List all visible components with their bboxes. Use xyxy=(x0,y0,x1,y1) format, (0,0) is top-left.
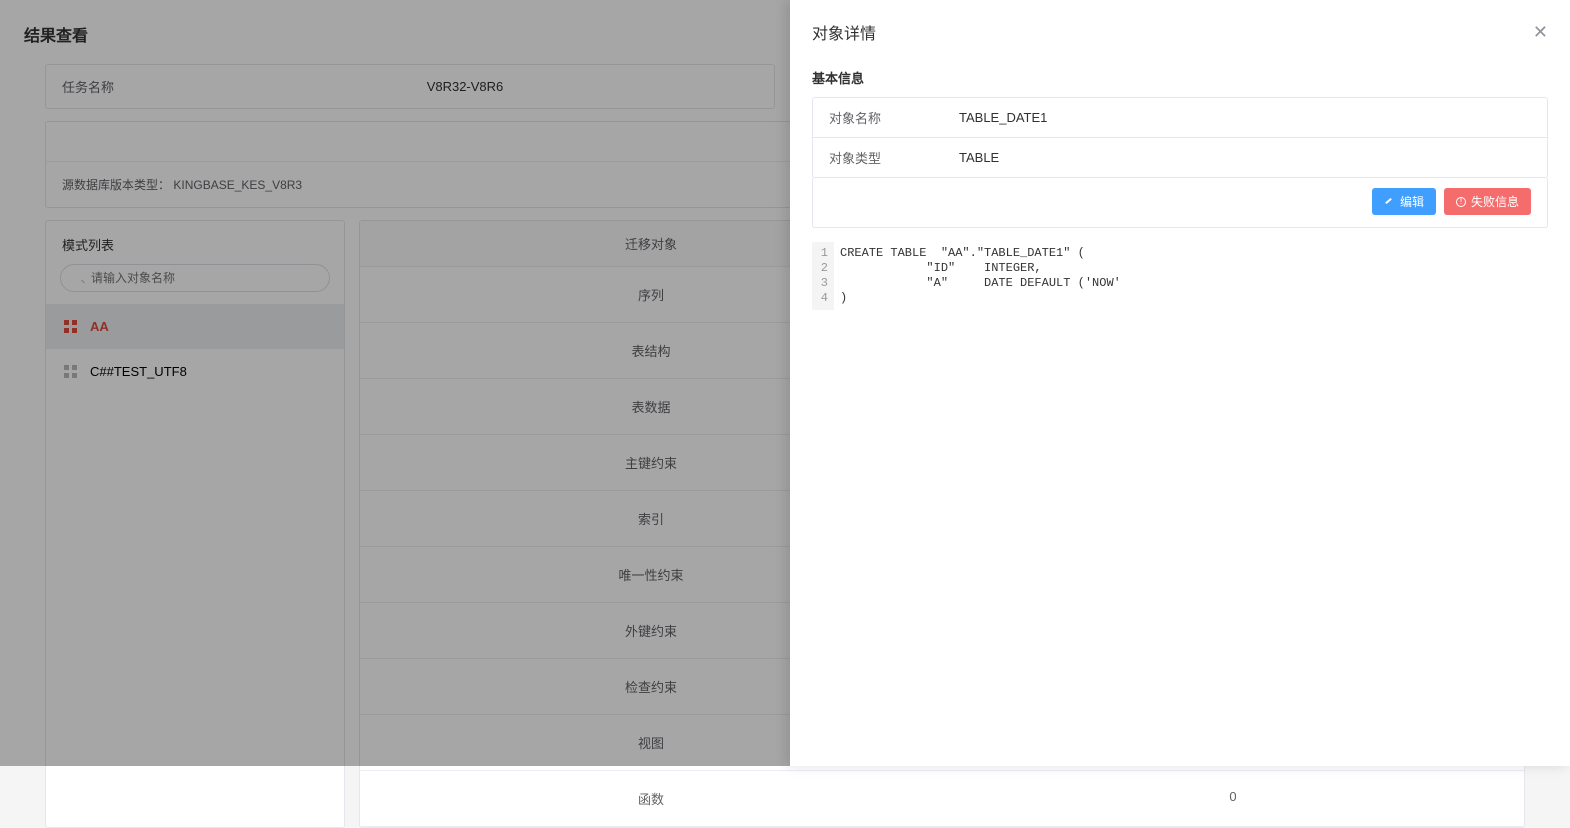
basic-info-table: 对象名称 TABLE_DATE1 对象类型 TABLE xyxy=(812,97,1548,178)
code-lines[interactable]: CREATE TABLE "AA"."TABLE_DATE1" ( "ID" I… xyxy=(834,242,1127,310)
code-block: 1234 CREATE TABLE "AA"."TABLE_DATE1" ( "… xyxy=(812,242,1548,310)
warn-icon: ! xyxy=(1456,197,1466,207)
code-gutter: 1234 xyxy=(812,242,834,310)
table-row[interactable]: 函数0 xyxy=(360,771,1524,827)
edit-button[interactable]: 编辑 xyxy=(1372,188,1436,215)
object-name-value: TABLE_DATE1 xyxy=(959,110,1531,125)
fail-info-button[interactable]: ! 失败信息 xyxy=(1444,188,1531,215)
edit-button-label: 编辑 xyxy=(1400,193,1424,210)
object-name-label: 对象名称 xyxy=(829,108,959,127)
drawer-title: 对象详情 xyxy=(812,20,1533,44)
edit-icon xyxy=(1384,196,1395,207)
fail-info-button-label: 失败信息 xyxy=(1471,193,1519,210)
basic-info-title: 基本信息 xyxy=(812,68,1548,87)
object-detail-drawer: 对象详情 ✕ 基本信息 对象名称 TABLE_DATE1 对象类型 TABLE … xyxy=(790,0,1570,766)
action-row: 编辑 ! 失败信息 xyxy=(812,178,1548,228)
object-type-label: 对象类型 xyxy=(829,148,959,167)
close-icon[interactable]: ✕ xyxy=(1533,23,1548,41)
object-type-value: TABLE xyxy=(959,150,1531,165)
